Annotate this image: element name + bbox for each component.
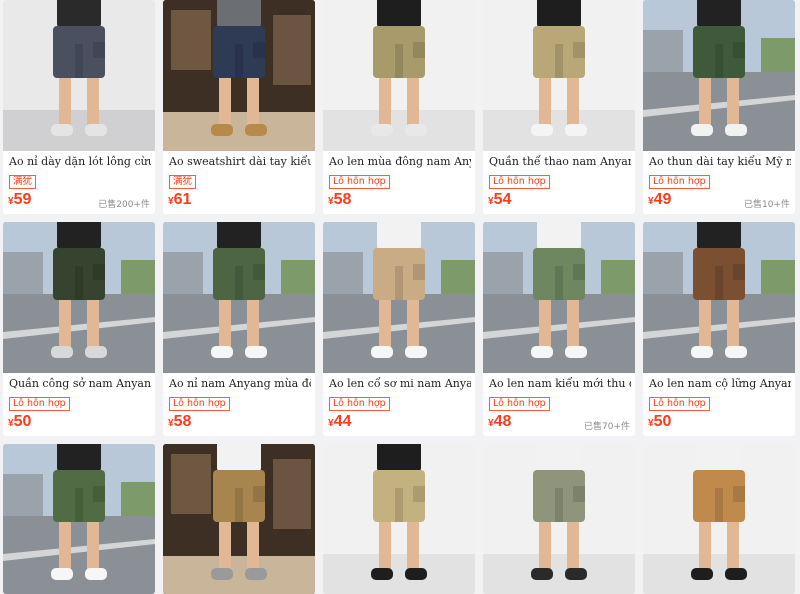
product-price: ¥48 [488,413,511,431]
promo-badge: Lô hỗn hợp [489,397,550,411]
product-card[interactable]: Ao thun dài tay kiểu Mỹ mới của Lô hỗn hợ… [643,0,795,214]
sold-count: 已售10+件 [744,200,790,210]
promo-badge: Lô hỗn hợp [169,397,230,411]
product-card[interactable]: Ao len nam kiểu mới thu đông, chất Lô hỗn… [483,222,635,436]
price-amount: 44 [333,413,352,430]
product-photo-icon[interactable] [323,444,475,594]
product-card[interactable]: Ao len nam cộ lững Anyang 2025 Lô hỗn hợp… [643,222,795,436]
product-photo-icon[interactable] [483,222,635,373]
product-title[interactable]: Ao nỉ dày dặn lót lông cừu Anyang [9,155,151,168]
product-photo[interactable] [3,222,155,373]
product-title[interactable]: Quần công sở nam Anyang lót lông [9,377,151,390]
product-card[interactable]: Ao nỉ dày dặn lót lông cừu Anyang 满犹 ¥59 已售… [3,0,155,214]
product-card[interactable] [163,444,315,594]
product-card[interactable] [483,444,635,594]
promo-badge: Lô hỗn hợp [649,175,710,189]
price-amount: 50 [13,413,32,430]
product-price: ¥58 [168,413,191,431]
product-price: ¥50 [8,413,31,431]
product-photo-icon[interactable] [163,222,315,373]
price-amount: 50 [653,413,672,430]
product-price: ¥49 [648,191,671,209]
product-photo[interactable] [163,444,315,594]
price-amount: 58 [173,413,192,430]
product-price: ¥61 [168,191,191,209]
promo-badge: 满犹 [9,175,37,189]
price-amount: 59 [13,191,32,208]
product-card[interactable]: Ao len cổ sơ mi nam Anyang, kiểu Lô hỗn h… [323,222,475,436]
product-photo[interactable] [323,222,475,373]
product-photo-icon[interactable] [163,0,315,151]
product-photo[interactable] [3,444,155,594]
product-photo-icon[interactable] [323,222,475,373]
product-price: ¥50 [648,413,671,431]
sold-count: 已售200+件 [98,200,150,210]
product-photo[interactable] [323,444,475,594]
product-card[interactable]: Quần công sở nam Anyang lót lông Lô hỗn h… [3,222,155,436]
product-photo-icon[interactable] [3,0,155,151]
product-card[interactable] [643,444,795,594]
product-card[interactable]: Ao nỉ nam Anyang mùa đông 2025 Lô hỗn hợp… [163,222,315,436]
product-grid: Ao nỉ dày dặn lót lông cừu Anyang 满犹 ¥59 已售… [0,0,800,594]
product-title[interactable]: Ao len mùa đông nam Anyang, áo lót [329,155,471,168]
product-photo[interactable] [323,0,475,151]
product-title[interactable]: Quần thể thao nam Anyang kiểu Mỹ, [489,155,631,168]
product-photo[interactable] [483,0,635,151]
product-price: ¥44 [328,413,351,431]
promo-badge: Lô hỗn hợp [489,175,550,189]
promo-badge: 满犹 [169,175,197,189]
product-photo[interactable] [643,222,795,373]
product-photo-icon[interactable] [483,444,635,594]
promo-badge: Lô hỗn hợp [329,397,390,411]
price-amount: 49 [653,191,672,208]
product-price: ¥54 [488,191,511,209]
product-photo-icon[interactable] [643,0,795,151]
product-title[interactable]: Ao len nam kiểu mới thu đông, chất [489,377,631,390]
product-photo[interactable] [643,444,795,594]
promo-badge: Lô hỗn hợp [329,175,390,189]
product-photo-icon[interactable] [3,222,155,373]
product-title[interactable]: Ao nỉ nam Anyang mùa đông 2025 [169,377,311,390]
price-amount: 48 [493,413,512,430]
product-photo[interactable] [483,444,635,594]
product-photo[interactable] [163,222,315,373]
product-photo-icon[interactable] [483,0,635,151]
price-amount: 54 [493,191,512,208]
product-title[interactable]: Ao len nam cộ lững Anyang 2025 [649,377,791,390]
promo-badge: Lô hỗn hợp [649,397,710,411]
product-photo[interactable] [643,0,795,151]
product-card[interactable] [323,444,475,594]
product-photo-icon[interactable] [643,444,795,594]
product-photo-icon[interactable] [323,0,475,151]
sold-count: 已售70+件 [584,422,630,432]
product-photo[interactable] [163,0,315,151]
product-title[interactable]: Ao sweatshirt dài tay kiểu Mỹ [169,155,311,168]
product-photo[interactable] [3,0,155,151]
product-photo-icon[interactable] [163,444,315,594]
product-card[interactable]: Ao len mùa đông nam Anyang, áo lót Lô hỗn… [323,0,475,214]
promo-badge: Lô hỗn hợp [9,397,70,411]
price-amount: 61 [173,191,192,208]
product-photo[interactable] [483,222,635,373]
product-title[interactable]: Ao len cổ sơ mi nam Anyang, kiểu [329,377,471,390]
product-card[interactable] [3,444,155,594]
price-amount: 58 [333,191,352,208]
product-price: ¥58 [328,191,351,209]
product-card[interactable]: Ao sweatshirt dài tay kiểu Mỹ 满犹 ¥61 [163,0,315,214]
product-price: ¥59 [8,191,31,209]
product-title[interactable]: Ao thun dài tay kiểu Mỹ mới của [649,155,791,168]
product-photo-icon[interactable] [3,444,155,594]
product-photo-icon[interactable] [643,222,795,373]
product-card[interactable]: Quần thể thao nam Anyang kiểu Mỹ, Lô hỗn … [483,0,635,214]
